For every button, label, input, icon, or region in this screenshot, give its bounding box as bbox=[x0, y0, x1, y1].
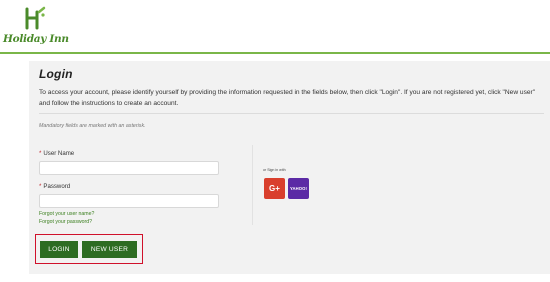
header: Holiday Inn bbox=[0, 0, 550, 52]
password-label-text: Password bbox=[43, 183, 71, 190]
username-input[interactable] bbox=[39, 161, 219, 175]
password-label: * Password bbox=[39, 183, 70, 190]
password-input[interactable] bbox=[39, 194, 219, 208]
divider bbox=[39, 113, 544, 114]
mandatory-note: Mandatory fields are marked with an aste… bbox=[39, 123, 146, 129]
google-plus-icon[interactable]: G+ bbox=[264, 178, 285, 199]
required-asterisk: * bbox=[39, 183, 42, 190]
username-label-text: User Name bbox=[43, 150, 75, 157]
intro-text: To access your account, please identify … bbox=[39, 89, 536, 107]
required-asterisk: * bbox=[39, 150, 42, 157]
yahoo-icon[interactable]: YAHOO! bbox=[288, 178, 309, 199]
vertical-divider bbox=[252, 145, 253, 225]
login-button[interactable]: LOGIN bbox=[40, 241, 78, 258]
holiday-inn-logo[interactable]: Holiday Inn bbox=[3, 4, 69, 50]
header-accent-line bbox=[0, 52, 550, 54]
forgot-username-link[interactable]: Forgot your user name? bbox=[39, 211, 94, 217]
social-signin-label: or Sign in with bbox=[263, 168, 286, 172]
username-label: * User Name bbox=[39, 150, 74, 157]
logo-h-icon bbox=[25, 6, 46, 30]
logo-text: Holiday Inn bbox=[3, 33, 69, 45]
login-panel: Login To access your account, please ide… bbox=[29, 61, 550, 274]
forgot-password-link[interactable]: Forgot your password? bbox=[39, 219, 92, 225]
page-title: Login bbox=[39, 67, 73, 81]
new-user-button[interactable]: NEW USER bbox=[82, 241, 137, 258]
